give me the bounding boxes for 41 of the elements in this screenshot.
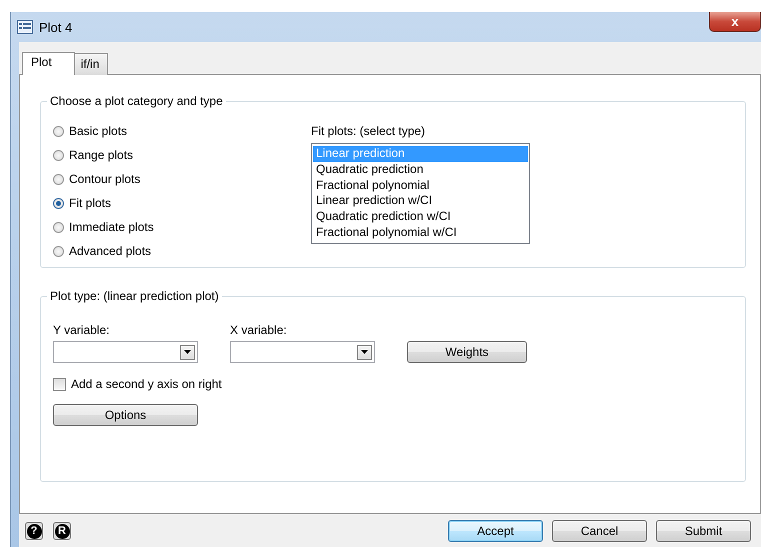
dialog-button[interactable]: Cancel bbox=[552, 520, 647, 542]
checkbox[interactable] bbox=[53, 378, 66, 390]
radio-button[interactable] bbox=[53, 246, 64, 256]
list-item[interactable]: Fractional polynomial w/CI bbox=[313, 224, 528, 241]
checkbox-label[interactable]: Add a second y axis on right bbox=[71, 377, 222, 391]
y-variable-dropdown[interactable] bbox=[53, 341, 198, 363]
radio-label[interactable]: Range plots bbox=[69, 148, 134, 162]
radio-label[interactable]: Basic plots bbox=[69, 124, 128, 138]
plot-type-list[interactable]: Linear prediction Quadratic prediction Fractional polynomial Linear prediction w/CI Quadratic prediction w/CI Fractional polynomial w/CI bbox=[311, 143, 530, 244]
options-button[interactable]: Options bbox=[53, 404, 198, 426]
radio-label[interactable]: Contour plots bbox=[69, 172, 140, 186]
close-button[interactable]: x bbox=[709, 12, 761, 32]
dropdown-arrow-icon bbox=[184, 350, 191, 354]
field-label: X variable: bbox=[230, 323, 288, 337]
form-icon bbox=[17, 20, 33, 34]
tab[interactable]: if/in bbox=[74, 53, 108, 75]
radio-button[interactable] bbox=[53, 150, 64, 160]
group-title: Plot type: (linear prediction plot) bbox=[47, 289, 222, 303]
dialog-button[interactable]: Submit bbox=[656, 520, 751, 542]
radio-button[interactable] bbox=[53, 198, 64, 208]
x-variable-dropdown[interactable] bbox=[230, 341, 375, 363]
radio-label[interactable]: Immediate plots bbox=[69, 220, 154, 234]
list-item[interactable]: Linear prediction w/CI bbox=[313, 193, 528, 210]
radio-button[interactable] bbox=[53, 126, 64, 136]
radio-label[interactable]: Advanced plots bbox=[69, 244, 152, 258]
list-item[interactable]: Quadratic prediction bbox=[313, 162, 528, 178]
radio-button[interactable] bbox=[53, 174, 64, 184]
dropdown-arrow-icon bbox=[361, 350, 368, 354]
dialog-button[interactable]: Accept bbox=[448, 520, 543, 542]
radio-button[interactable] bbox=[53, 222, 64, 232]
window-title: Plot 4 bbox=[39, 20, 72, 34]
list-item[interactable]: Fractional polynomial bbox=[313, 178, 528, 194]
radio-label[interactable]: Fit plots bbox=[69, 196, 112, 210]
weights-button[interactable]: Weights bbox=[407, 341, 527, 363]
r-button[interactable]: R bbox=[53, 522, 71, 540]
group-title: Choose a plot category and type bbox=[47, 94, 226, 108]
field-label: Y variable: bbox=[53, 323, 110, 337]
tab[interactable]: Plot bbox=[22, 52, 75, 75]
help-button[interactable]: ? bbox=[25, 522, 43, 540]
list-label: Fit plots: (select type) bbox=[311, 124, 426, 138]
list-item[interactable]: Quadratic prediction w/CI bbox=[313, 209, 528, 225]
